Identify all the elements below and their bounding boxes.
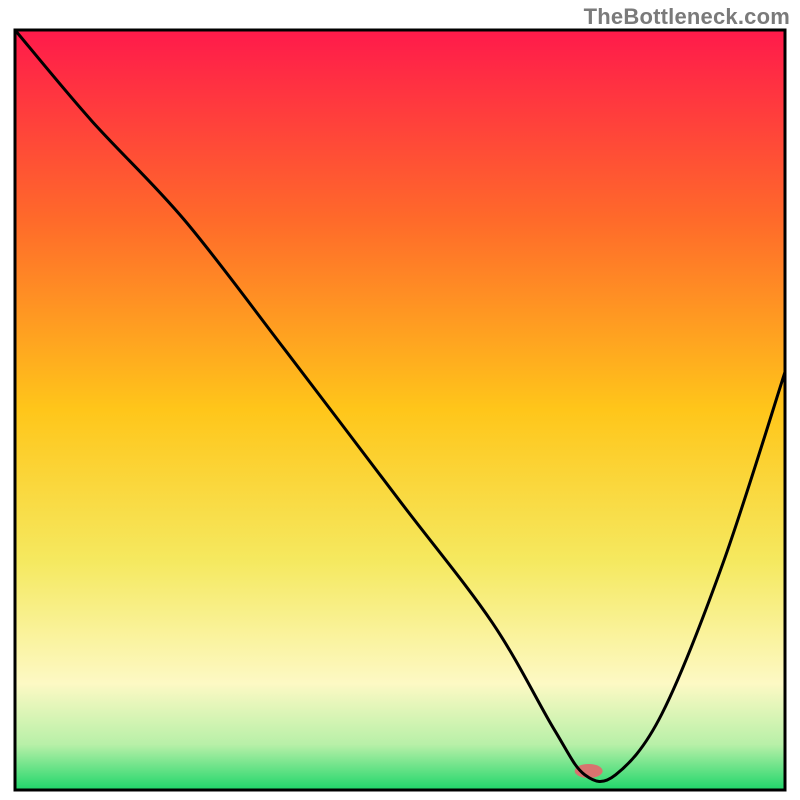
bottleneck-chart	[0, 0, 800, 800]
chart-stage: TheBottleneck.com	[0, 0, 800, 800]
gradient-background	[15, 30, 785, 790]
watermark-text: TheBottleneck.com	[584, 4, 790, 30]
